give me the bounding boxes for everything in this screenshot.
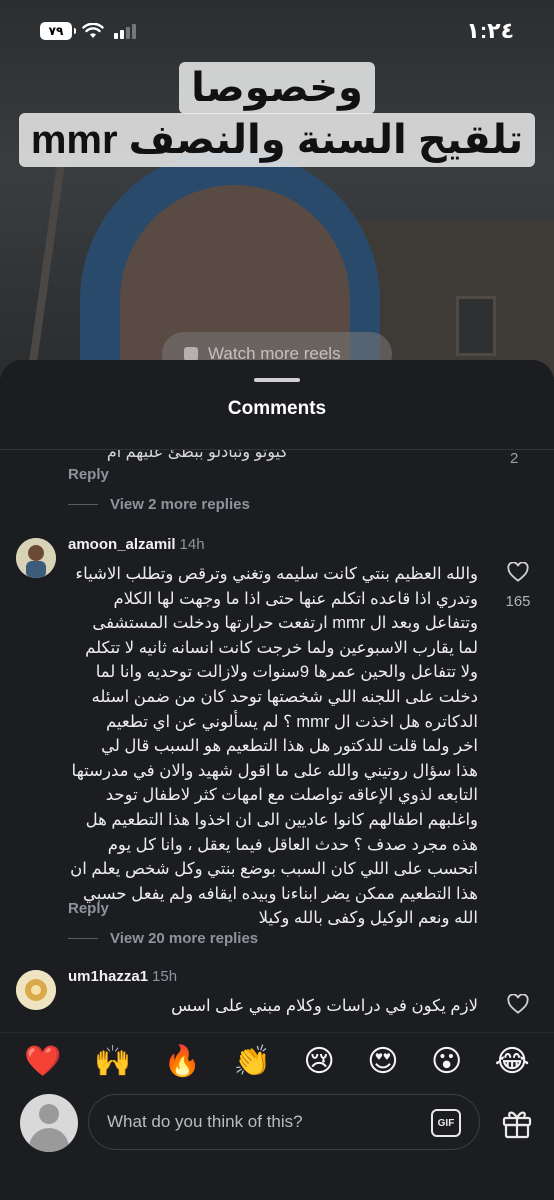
comment-line: اخر ولما قلت للدكتور هل هذا التطعيم هو ا… bbox=[101, 737, 478, 756]
gift-icon[interactable] bbox=[500, 1106, 534, 1140]
comment-line: هذا سؤال روتيني والله على ما اقول شهيد و… bbox=[71, 761, 478, 780]
comment-username[interactable]: um1hazza1 15h bbox=[68, 968, 177, 985]
cellular-signal-icon bbox=[114, 23, 136, 39]
comment-line: هذا التطعيم ممكن يضر ابناءنا وبيده ايقاف… bbox=[82, 884, 478, 903]
comment-input-box[interactable]: GIF bbox=[88, 1094, 480, 1150]
battery-icon: ٧٩ bbox=[40, 22, 76, 40]
emoji-crying[interactable]: 😢 bbox=[303, 1045, 334, 1079]
my-avatar bbox=[20, 1094, 78, 1152]
comments-list[interactable]: كيوتو وتبادلو ببطئ عليهم ام 2 Reply View… bbox=[0, 450, 554, 1022]
video-caption-line1: وخصوصا bbox=[0, 62, 554, 114]
reply-button[interactable]: Reply bbox=[68, 466, 109, 483]
sheet-drag-handle[interactable] bbox=[254, 378, 300, 382]
comment-line: اتحسب على اللي كان السبب بوضع بنتي وكل ش… bbox=[70, 860, 478, 879]
comment-time: 15h bbox=[152, 968, 178, 985]
comment-body: لازم يكون في دراسات وكلام مبني على اسس bbox=[171, 997, 478, 1015]
replies-line bbox=[68, 938, 98, 939]
heart-outline-icon bbox=[507, 561, 529, 586]
emoji-reaction-bar: ❤️ 🙌 🔥 👏 😢 😍 😮 😂 bbox=[0, 1032, 554, 1090]
emoji-fire[interactable]: 🔥 bbox=[164, 1045, 201, 1079]
comment-line: لما يقارب الاسبوعين ولما خرجت كانت انسان… bbox=[85, 638, 478, 657]
comment-body: والله العظيم بنتي كانت سليمه وتغني وترقص… bbox=[66, 562, 478, 931]
comment-line: والله العظيم بنتي كانت سليمه وتغني وترقص… bbox=[75, 565, 478, 583]
username[interactable]: um1hazza1 bbox=[68, 968, 148, 985]
view-more-replies-button[interactable]: View 2 more replies bbox=[68, 496, 250, 513]
status-icons: ٧٩ bbox=[40, 22, 136, 40]
emoji-heart[interactable]: ❤️ bbox=[24, 1045, 61, 1079]
comment-line: التابعه لذوي الإعاقه تواصلت مع امهات كثر… bbox=[105, 786, 478, 805]
reply-button[interactable]: Reply bbox=[68, 900, 109, 917]
comment-line: وتدري اذا قاعده اتكلم عنها حتى اذا ما وج… bbox=[113, 589, 478, 608]
like-button[interactable]: 165 bbox=[500, 561, 536, 610]
comment-line: واغلبهم اطفالهم كانوا عاديين الى ان اخذو… bbox=[85, 810, 478, 829]
emoji-surprised[interactable]: 😮 bbox=[431, 1045, 462, 1079]
comment-composer: GIF bbox=[0, 1090, 554, 1200]
status-time: ١:٢٤ bbox=[466, 18, 514, 43]
avatar[interactable] bbox=[16, 538, 56, 578]
comment-line: هذه مجرد صدف ؟ حدث العاقل فيما يعقل ، وا… bbox=[107, 835, 478, 854]
partial-like-count: 2 bbox=[510, 450, 519, 467]
replies-line bbox=[68, 504, 98, 505]
comment-line: الدكاتره هل اخذت ال mmr ؟ لم يسألوني عن … bbox=[105, 712, 478, 731]
comment-input[interactable] bbox=[107, 1112, 407, 1132]
reels-icon bbox=[184, 347, 198, 361]
video-window bbox=[456, 296, 496, 356]
comment-time: 14h bbox=[179, 536, 205, 553]
comment-line: وتتفاعل وبعد ال mmr ارتفعت حرارتها ودخلت… bbox=[92, 614, 478, 633]
comment-line: الله ونعم الوكيل وكفى بالله وكيلا bbox=[258, 909, 478, 928]
video-caption-line2: تلقيح السنة والنصف mmr bbox=[0, 113, 554, 167]
video-pole bbox=[25, 150, 67, 380]
username[interactable]: amoon_alzamil bbox=[68, 536, 176, 553]
comment-username[interactable]: amoon_alzamil 14h bbox=[68, 536, 205, 553]
sheet-title: Comments bbox=[227, 398, 327, 419]
emoji-raised-hands[interactable]: 🙌 bbox=[94, 1045, 131, 1079]
wifi-icon bbox=[82, 23, 104, 39]
comment-line: دخلت على اللجنه اللي شخصتها توحد كان من … bbox=[91, 687, 479, 706]
view-replies-label: View 2 more replies bbox=[110, 496, 250, 513]
battery-level: ٧٩ bbox=[48, 24, 64, 38]
comment-line: ولا تتفاعل والحين عمرها 9سنوات ولازالت ت… bbox=[95, 663, 478, 682]
emoji-clap[interactable]: 👏 bbox=[234, 1045, 271, 1079]
view-more-replies-button[interactable]: View 20 more replies bbox=[68, 930, 258, 947]
avatar[interactable] bbox=[16, 970, 56, 1010]
comments-sheet: Comments كيوتو وتبادلو ببطئ عليهم ام 2 R… bbox=[0, 360, 554, 1200]
like-button[interactable] bbox=[500, 993, 536, 1019]
status-bar: ٧٩ ١:٢٤ bbox=[0, 0, 554, 62]
emoji-heart-eyes[interactable]: 😍 bbox=[367, 1045, 398, 1079]
gif-label: GIF bbox=[437, 1117, 455, 1129]
emoji-laughing[interactable]: 😂 bbox=[495, 1045, 530, 1079]
heart-outline-icon bbox=[507, 993, 529, 1018]
like-count: 165 bbox=[505, 593, 531, 610]
partial-comment-text: كيوتو وتبادلو ببطئ عليهم ام bbox=[106, 450, 288, 461]
view-replies-label: View 20 more replies bbox=[110, 930, 259, 947]
gif-button[interactable]: GIF bbox=[431, 1109, 461, 1137]
